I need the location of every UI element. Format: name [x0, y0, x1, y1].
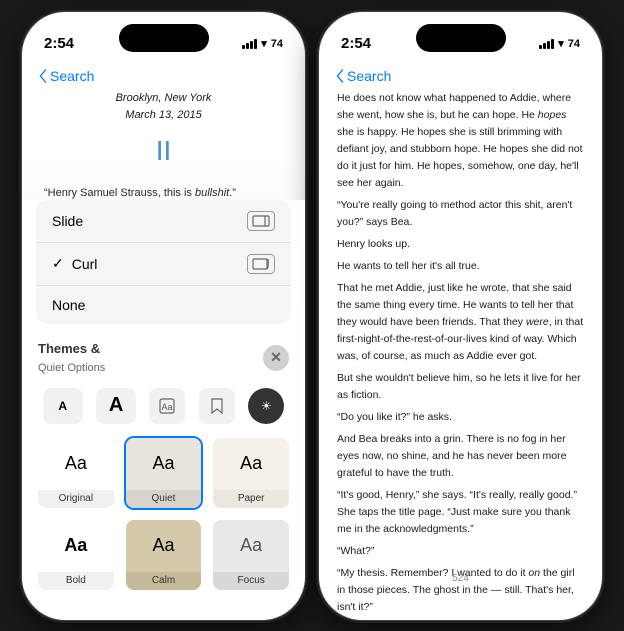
slide-option-curl[interactable]: ✓ Curl: [36, 243, 291, 286]
right-wifi-icon: ▾: [558, 37, 564, 50]
left-back-button[interactable]: Search: [38, 68, 94, 84]
book-chapter: II: [44, 129, 283, 174]
right-dynamic-island: [416, 24, 506, 52]
right-para-6: But she wouldn't believe him, so he lets…: [337, 370, 584, 404]
right-para-10: “What?”: [337, 543, 584, 560]
curl-icon: [247, 254, 275, 274]
close-button[interactable]: ✕: [263, 345, 289, 371]
right-para-2: “You're really going to method actor thi…: [337, 197, 584, 231]
themes-bar: Themes & Quiet Options ✕: [22, 332, 305, 382]
right-para-7: “Do you like it?” he asks.: [337, 409, 584, 426]
slide-option-none[interactable]: None: [36, 286, 291, 324]
slide-icon: [247, 211, 275, 231]
slide-option-curl-label: Curl: [72, 256, 247, 272]
right-book-content: He does not know what happened to Addie,…: [319, 90, 602, 610]
themes-title: Themes & Quiet Options: [38, 340, 105, 376]
left-nav-bar[interactable]: Search: [22, 64, 305, 90]
book-location: Brooklyn, New York March 13, 2015: [44, 90, 283, 125]
theme-paper-preview: Aa: [213, 438, 289, 490]
right-battery-icon: 74: [568, 38, 580, 50]
theme-quiet-label: Quiet: [126, 490, 202, 508]
right-time: 2:54: [341, 35, 371, 52]
theme-calm-label: Calm: [126, 572, 202, 590]
wifi-icon: ▾: [261, 37, 267, 50]
right-nav-bar[interactable]: Search: [319, 64, 602, 90]
dynamic-island: [119, 24, 209, 52]
theme-paper-label: Paper: [213, 490, 289, 508]
slide-option-slide[interactable]: Slide: [36, 200, 291, 243]
theme-bold[interactable]: Aa Bold: [36, 518, 116, 592]
right-para-3: Henry looks up.: [337, 236, 584, 253]
left-back-label: Search: [50, 68, 94, 84]
slide-option-none-label: None: [52, 297, 85, 313]
brightness-button[interactable]: ☀: [248, 388, 284, 424]
theme-grid: Aa Original Aa Quiet Aa Paper Aa Bold: [22, 432, 305, 600]
phones-container: 2:54 ▾ 74 Search: [21, 11, 603, 621]
right-para-9: “It's good, Henry,” she says. “It's real…: [337, 487, 584, 538]
left-phone: 2:54 ▾ 74 Search: [21, 11, 306, 621]
theme-original-label: Original: [38, 490, 114, 508]
theme-paper[interactable]: Aa Paper: [211, 436, 291, 510]
slide-options-container: Slide ✓ Curl None: [36, 200, 291, 324]
right-status-icons: ▾ 74: [539, 37, 580, 50]
theme-original[interactable]: Aa Original: [36, 436, 116, 510]
theme-calm-preview: Aa: [126, 520, 202, 572]
signal-icon: [242, 39, 257, 49]
right-para-4: He wants to tell her it's all true.: [337, 258, 584, 275]
font-small-button[interactable]: A: [43, 388, 83, 424]
battery-icon: 74: [271, 38, 283, 50]
left-status-icons: ▾ 74: [242, 37, 283, 50]
theme-bold-label: Bold: [38, 572, 114, 590]
theme-focus-label: Focus: [213, 572, 289, 590]
book-header: Brooklyn, New York March 13, 2015 II: [44, 90, 283, 174]
theme-quiet[interactable]: Aa Quiet: [124, 436, 204, 510]
svg-text:Aa: Aa: [162, 402, 173, 412]
overlay-panel: Slide ✓ Curl None: [22, 200, 305, 620]
brightness-icon: ☀: [261, 399, 272, 413]
themes-label: Themes &: [38, 341, 100, 356]
theme-quiet-preview: Aa: [126, 438, 202, 490]
right-para-8: And Bea breaks into a grin. There is no …: [337, 431, 584, 482]
slide-option-slide-label: Slide: [52, 213, 83, 229]
font-large-button[interactable]: A: [96, 388, 136, 424]
right-back-label: Search: [347, 68, 391, 84]
theme-focus[interactable]: Aa Focus: [211, 518, 291, 592]
left-time: 2:54: [44, 35, 74, 52]
right-para-1: He does not know what happened to Addie,…: [337, 90, 584, 192]
theme-original-preview: Aa: [38, 438, 114, 490]
right-para-5: That he met Addie, just like he wrote, t…: [337, 280, 584, 365]
quiet-options-label: Quiet Options: [38, 362, 105, 374]
right-signal-icon: [539, 39, 554, 49]
theme-calm[interactable]: Aa Calm: [124, 518, 204, 592]
right-page-number: 524: [319, 569, 602, 588]
font-controls: A A Aa ☀: [22, 382, 305, 432]
font-style-button[interactable]: Aa: [149, 388, 185, 424]
theme-focus-preview: Aa: [213, 520, 289, 572]
right-phone: 2:54 ▾ 74 Search He: [318, 11, 603, 621]
theme-bold-preview: Aa: [38, 520, 114, 572]
bookmark-button[interactable]: [199, 388, 235, 424]
check-icon: ✓: [52, 255, 64, 272]
right-back-button[interactable]: Search: [335, 68, 391, 84]
